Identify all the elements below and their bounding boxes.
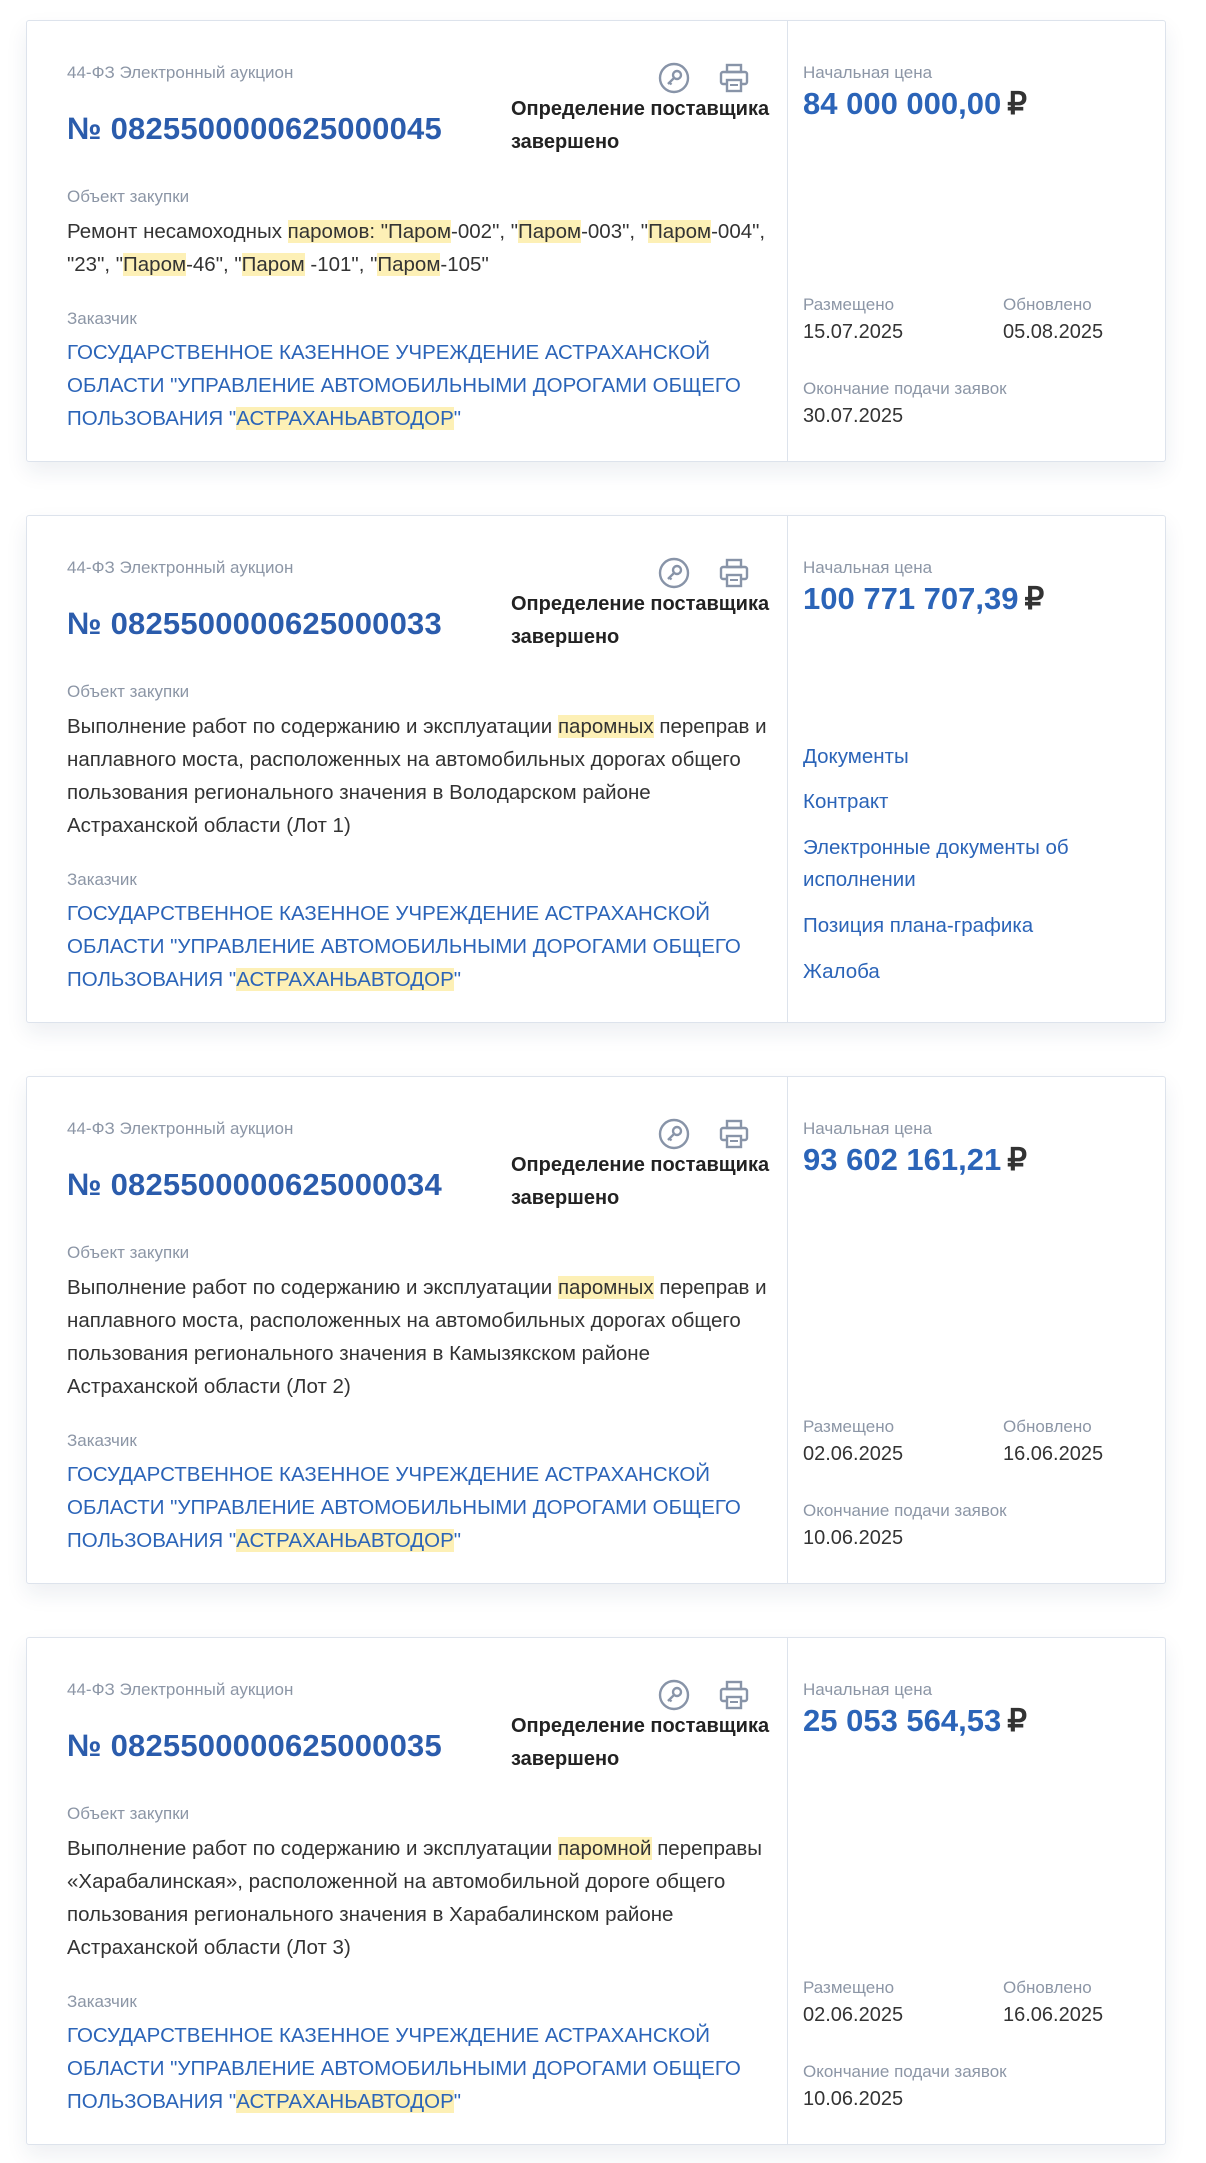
search-highlight: Паром bbox=[648, 220, 712, 243]
object-description: Выполнение работ по содержанию и эксплуа… bbox=[67, 1837, 763, 1959]
deadline-label: Окончание подачи заявок bbox=[803, 1501, 1007, 1520]
customer-link[interactable]: ГОСУДАРСТВЕННОЕ КАЗЕННОЕ УЧРЕЖДЕНИЕ АСТР… bbox=[67, 2019, 767, 2118]
contract-link[interactable]: Контракт bbox=[803, 786, 1143, 818]
start-price: 84 000 000,00 ₽ bbox=[803, 86, 1027, 121]
object-description: Выполнение работ по содержанию и эксплуа… bbox=[67, 715, 767, 837]
price-label: Начальная цена bbox=[803, 1119, 933, 1138]
updated-label: Обновлено bbox=[1003, 1417, 1092, 1436]
deadline-label: Окончание подачи заявок bbox=[803, 379, 1007, 398]
search-highlight: Паром bbox=[518, 220, 582, 243]
tender-number[interactable]: № 0825500000625000045 bbox=[67, 111, 442, 147]
ruble-sign: ₽ bbox=[1024, 581, 1045, 616]
customer-link[interactable]: ГОСУДАРСТВЕННОЕ КАЗЕННОЕ УЧРЕЖДЕНИЕ АСТР… bbox=[67, 1458, 767, 1557]
key-icon[interactable] bbox=[657, 61, 691, 95]
price-label: Начальная цена bbox=[803, 558, 933, 577]
customer-label: Заказчик bbox=[67, 1992, 137, 2011]
ruble-sign: ₽ bbox=[1007, 86, 1027, 121]
key-icon[interactable] bbox=[657, 1117, 691, 1151]
start-price: 93 602 161,21 ₽ bbox=[803, 1142, 1027, 1177]
search-highlight: паромных bbox=[557, 715, 654, 738]
procurement-type: 44-ФЗ Электронный аукцион bbox=[67, 63, 294, 82]
key-icon[interactable] bbox=[657, 1678, 691, 1712]
ruble-sign: ₽ bbox=[1007, 1142, 1027, 1177]
execution-documents-link[interactable]: Электронные документы об исполнении bbox=[803, 832, 1143, 896]
deadline-date: 10.06.2025 bbox=[803, 1527, 904, 1549]
placed-date: 02.06.2025 bbox=[803, 2004, 904, 2026]
object-description: Ремонт несамоходных паромов: "Паром-002"… bbox=[67, 220, 766, 276]
search-highlight: Паром bbox=[123, 253, 187, 276]
placed-label: Размещено bbox=[803, 1417, 895, 1436]
procurement-type: 44-ФЗ Электронный аукцион bbox=[67, 1119, 294, 1138]
search-highlight: АСТРАХАНЬАВТОДОР bbox=[236, 407, 454, 430]
documents-link[interactable]: Документы bbox=[803, 741, 1143, 773]
price-label: Начальная цена bbox=[803, 63, 933, 82]
search-highlight: Паром bbox=[377, 253, 441, 276]
search-highlight: АСТРАХАНЬАВТОДОР bbox=[236, 968, 454, 991]
updated-date: 16.06.2025 bbox=[1003, 2004, 1104, 2026]
search-highlight: АСТРАХАНЬАВТОДОР bbox=[236, 2090, 454, 2113]
search-highlight: паромов: "Паром bbox=[287, 220, 452, 243]
customer-label: Заказчик bbox=[67, 1431, 137, 1450]
updated-date: 16.06.2025 bbox=[1003, 1443, 1104, 1465]
card-divider bbox=[787, 21, 788, 461]
tender-status: Определение поставщика завершено bbox=[511, 1715, 770, 1770]
search-highlight: паромной bbox=[557, 1837, 652, 1860]
print-icon[interactable] bbox=[717, 1117, 751, 1151]
customer-label: Заказчик bbox=[67, 870, 137, 889]
tender-status: Определение поставщика завершено bbox=[511, 98, 770, 153]
search-highlight: паромных bbox=[557, 1276, 654, 1299]
object-description: Выполнение работ по содержанию и эксплуа… bbox=[67, 1276, 767, 1398]
search-highlight: АСТРАХАНЬАВТОДОР bbox=[236, 1529, 454, 1552]
placed-date: 02.06.2025 bbox=[803, 1443, 904, 1465]
object-label: Объект закупки bbox=[67, 187, 190, 206]
tender-status: Определение поставщика завершено bbox=[511, 593, 770, 648]
print-icon[interactable] bbox=[717, 556, 751, 590]
start-price: 25 053 564,53 ₽ bbox=[803, 1703, 1027, 1738]
procurement-type: 44-ФЗ Электронный аукцион bbox=[67, 558, 294, 577]
ruble-sign: ₽ bbox=[1007, 1703, 1027, 1738]
updated-label: Обновлено bbox=[1003, 295, 1092, 314]
complaint-link[interactable]: Жалоба bbox=[803, 956, 1143, 988]
tender-number[interactable]: № 0825500000625000033 bbox=[67, 606, 442, 642]
tender-card: 44-ФЗ Электронный аукцион № 082550000062… bbox=[26, 20, 1166, 462]
tender-card: 44-ФЗ Электронный аукцион № 082550000062… bbox=[26, 1076, 1166, 1584]
plan-schedule-link[interactable]: Позиция плана-графика bbox=[803, 910, 1143, 942]
object-label: Объект закупки bbox=[67, 682, 190, 701]
deadline-date: 30.07.2025 bbox=[803, 405, 904, 427]
updated-date: 05.08.2025 bbox=[1003, 321, 1104, 343]
placed-date: 15.07.2025 bbox=[803, 321, 904, 343]
object-label: Объект закупки bbox=[67, 1804, 190, 1823]
key-icon[interactable] bbox=[657, 556, 691, 590]
updated-label: Обновлено bbox=[1003, 1978, 1092, 1997]
card-divider bbox=[787, 1077, 788, 1583]
customer-link[interactable]: ГОСУДАРСТВЕННОЕ КАЗЕННОЕ УЧРЕЖДЕНИЕ АСТР… bbox=[67, 336, 767, 435]
print-icon[interactable] bbox=[717, 1678, 751, 1712]
search-highlight: Паром bbox=[241, 253, 305, 276]
deadline-label: Окончание подачи заявок bbox=[803, 2062, 1007, 2081]
start-price: 100 771 707,39 ₽ bbox=[803, 581, 1045, 616]
tender-card: 44-ФЗ Электронный аукцион № 082550000062… bbox=[26, 1637, 1166, 2145]
card-divider bbox=[787, 1638, 788, 2144]
tender-status: Определение поставщика завершено bbox=[511, 1154, 770, 1209]
card-divider bbox=[787, 516, 788, 1022]
tender-card: 44-ФЗ Электронный аукцион № 082550000062… bbox=[26, 515, 1166, 1023]
tender-number[interactable]: № 0825500000625000035 bbox=[67, 1728, 442, 1764]
tender-number[interactable]: № 0825500000625000034 bbox=[67, 1167, 442, 1203]
price-label: Начальная цена bbox=[803, 1680, 933, 1699]
object-label: Объект закупки bbox=[67, 1243, 190, 1262]
customer-label: Заказчик bbox=[67, 309, 137, 328]
placed-label: Размещено bbox=[803, 295, 895, 314]
print-icon[interactable] bbox=[717, 61, 751, 95]
deadline-date: 10.06.2025 bbox=[803, 2088, 904, 2110]
customer-link[interactable]: ГОСУДАРСТВЕННОЕ КАЗЕННОЕ УЧРЕЖДЕНИЕ АСТР… bbox=[67, 897, 767, 996]
procurement-type: 44-ФЗ Электронный аукцион bbox=[67, 1680, 294, 1699]
placed-label: Размещено bbox=[803, 1978, 895, 1997]
